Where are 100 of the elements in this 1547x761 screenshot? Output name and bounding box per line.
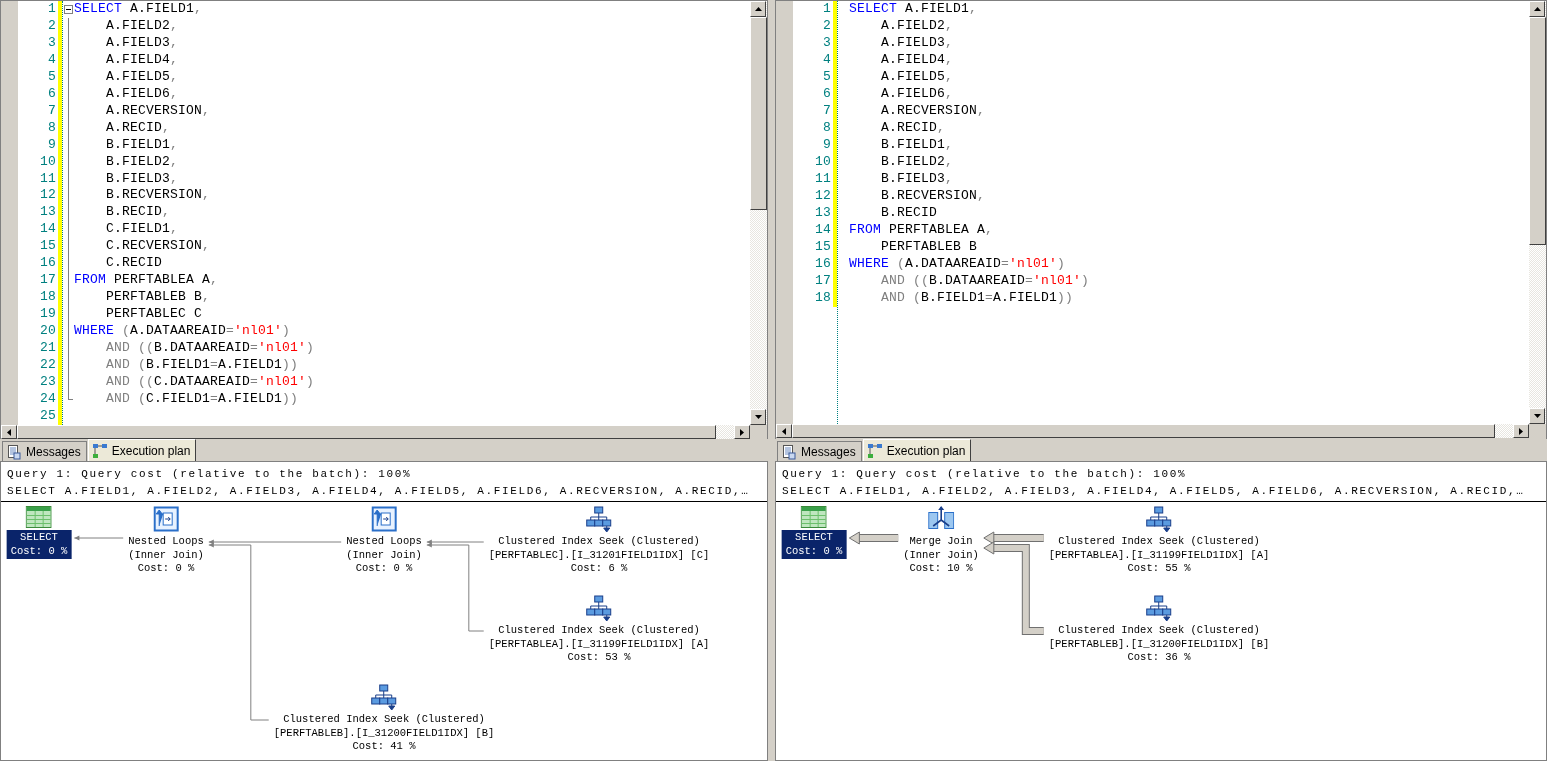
code-line: C.RECID xyxy=(105,255,163,273)
scroll-up-button[interactable] xyxy=(750,1,766,17)
down-arrow-icon xyxy=(754,415,762,419)
results-tab[interactable]: Messages xyxy=(777,441,862,461)
line-number: 6 xyxy=(822,86,832,103)
line-number: 6 xyxy=(47,85,57,103)
scroll-left-button[interactable] xyxy=(1,425,17,439)
query-cost-text: Query 1: Query cost (relative to the batch): 100% xyxy=(6,467,413,482)
line-number: 12 xyxy=(814,188,832,205)
code-line: AND (B.FIELD1=A.FIELD1)) xyxy=(880,290,1075,307)
line-number: 11 xyxy=(814,171,832,188)
code-line: A.FIELD4, xyxy=(105,51,180,69)
hierarchy-icon xyxy=(1145,595,1173,621)
line-number: 10 xyxy=(39,153,57,171)
operator-label[interactable]: Merge Join (Inner Join) Cost: 10 % xyxy=(901,534,981,577)
code-line: WHERE (A.DATAAREAID='nl01') xyxy=(849,256,1067,273)
operator-label[interactable]: SELECT Cost: 0 % xyxy=(781,530,847,559)
code-line: A.RECID, xyxy=(880,120,947,137)
code-line: A.FIELD3, xyxy=(105,34,180,52)
vertical-scrollbar[interactable] xyxy=(750,1,767,425)
code-line: A.FIELD3, xyxy=(880,35,955,52)
line-number: 14 xyxy=(39,221,57,239)
operator-label[interactable]: Clustered Index Seek (Clustered) [PERFTABLEA].[I_31199FIELD1IDX] [A] Cost: 53 % xyxy=(486,623,712,666)
table-icon xyxy=(801,506,827,528)
line-number: 8 xyxy=(47,119,57,137)
line-number: 11 xyxy=(39,170,57,188)
plan-icon xyxy=(866,442,883,459)
line-number: 2 xyxy=(822,18,832,35)
line-number: 9 xyxy=(47,136,57,154)
left-arrow-icon xyxy=(782,427,786,435)
hierarchy-icon xyxy=(585,595,613,621)
line-number: 4 xyxy=(822,52,832,69)
results-tab[interactable]: Execution plan xyxy=(87,439,197,461)
scroll-down-button[interactable] xyxy=(750,409,766,425)
query-statement-text: SELECT A.FIELD1, A.FIELD2, A.FIELD3, A.FIELD4, A.FIELD5, A.FIELD6, A.RECVERSION, A.RECID,… xyxy=(781,484,1526,499)
scroll-left-button[interactable] xyxy=(776,424,792,439)
code-line: B.RECID, xyxy=(105,204,172,222)
results-tab[interactable]: Execution plan xyxy=(862,439,972,461)
code-line: AND ((B.DATAAREAID='nl01') xyxy=(880,273,1090,290)
line-number: 13 xyxy=(814,205,832,222)
scroll-right-button[interactable] xyxy=(1513,424,1529,439)
operator-label[interactable]: SELECT Cost: 0 % xyxy=(6,530,72,559)
right-arrow-icon xyxy=(740,428,744,436)
up-arrow-icon xyxy=(754,7,762,11)
line-number: 25 xyxy=(39,407,57,425)
line-number: 13 xyxy=(39,204,57,222)
operator-label[interactable]: Clustered Index Seek (Clustered) [PERFTABLEB].[I_31200FIELD1IDX] [B] Cost: 41 % xyxy=(271,712,497,755)
code-line: SELECT A.FIELD1, xyxy=(849,1,979,18)
line-number: 4 xyxy=(47,51,57,69)
line-number: 23 xyxy=(39,373,57,391)
scroll-right-button[interactable] xyxy=(734,425,750,439)
code-line: B.RECVERSION, xyxy=(880,188,987,205)
hierarchy-icon xyxy=(1145,506,1173,532)
code-line: C.FIELD1, xyxy=(105,221,180,239)
code-line: A.RECVERSION, xyxy=(880,103,987,120)
code-line: FROM PERFTABLEA A, xyxy=(74,272,220,290)
line-number: 1 xyxy=(47,1,57,18)
line-number: 24 xyxy=(39,390,57,408)
code-line: PERFTABLEC C xyxy=(105,306,204,324)
scroll-up-button[interactable] xyxy=(1529,1,1545,17)
right-arrow-icon xyxy=(1519,427,1523,435)
collapse-icon[interactable] xyxy=(64,5,73,14)
code-line: AND ((B.DATAAREAID='nl01') xyxy=(105,340,315,357)
code-line: B.FIELD3, xyxy=(105,170,180,188)
code-line: B.FIELD2, xyxy=(105,153,180,171)
code-line: A.RECID, xyxy=(105,119,172,137)
code-line: A.FIELD4, xyxy=(880,52,955,69)
line-number: 17 xyxy=(39,272,57,290)
code-line: B.RECID xyxy=(880,205,938,222)
operator-label[interactable]: Nested Loops (Inner Join) Cost: 0 % xyxy=(344,534,424,577)
code-line: A.FIELD2, xyxy=(105,17,180,35)
query-statement-text: SELECT A.FIELD1, A.FIELD2, A.FIELD3, A.FIELD4, A.FIELD5, A.FIELD6, A.RECVERSION, A.RECID,… xyxy=(6,484,751,499)
line-number: 3 xyxy=(47,34,57,52)
code-line: FROM PERFTABLEA A, xyxy=(849,222,995,239)
scroll-thumb[interactable] xyxy=(1529,17,1546,245)
code-line: PERFTABLEB B, xyxy=(105,289,212,307)
document-icon xyxy=(6,443,22,460)
line-number: 8 xyxy=(822,120,832,137)
line-number: 20 xyxy=(39,323,57,341)
operator-label[interactable]: Clustered Index Seek (Clustered) [PERFTABLEB].[I_31200FIELD1IDX] [B] Cost: 36 % xyxy=(1046,623,1272,666)
left-arrow-icon xyxy=(7,428,11,436)
scroll-down-button[interactable] xyxy=(1529,408,1545,425)
operator-label[interactable]: Clustered Index Seek (Clustered) [PERFTABLEA].[I_31199FIELD1IDX] [A] Cost: 55 % xyxy=(1046,534,1272,577)
code-line: A.RECVERSION, xyxy=(105,102,212,120)
table-icon xyxy=(26,506,52,528)
loop-icon xyxy=(153,506,179,532)
results-tab[interactable]: Messages xyxy=(2,441,87,461)
code-line: AND (B.FIELD1=A.FIELD1)) xyxy=(105,357,300,374)
code-line: AND (C.FIELD1=A.FIELD1)) xyxy=(105,390,300,408)
vertical-scrollbar[interactable] xyxy=(1529,1,1546,425)
line-number: 2 xyxy=(47,17,57,35)
line-number: 7 xyxy=(47,102,57,120)
line-number: 18 xyxy=(814,290,832,307)
operator-label[interactable]: Nested Loops (Inner Join) Cost: 0 % xyxy=(126,534,206,577)
code-editor-area[interactable] xyxy=(1,1,750,425)
code-line: A.FIELD6, xyxy=(880,86,955,103)
scroll-thumb[interactable] xyxy=(750,17,767,210)
operator-label[interactable]: Clustered Index Seek (Clustered) [PERFTABLEC].[I_31201FIELD1IDX] [C] Cost: 6 % xyxy=(486,534,712,577)
line-number: 12 xyxy=(39,187,57,205)
code-line: B.FIELD1, xyxy=(880,137,955,154)
